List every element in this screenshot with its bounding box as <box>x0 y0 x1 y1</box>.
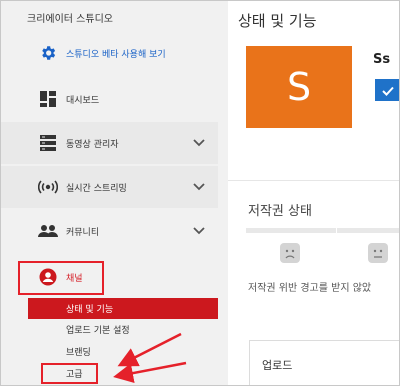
main-content: 상태 및 기능 S Ss 저작권 상태 저작권 위반 경고를 받지 않았 업로드 <box>218 0 400 386</box>
avatar-letter: S <box>286 65 312 109</box>
account-circle-icon <box>37 266 59 288</box>
sidebar-item-label: 대시보드 <box>66 95 100 106</box>
sub-item-status-features[interactable]: 상태 및 기능 <box>28 298 218 319</box>
page-title: 상태 및 기능 <box>238 12 317 30</box>
sidebar-item-channel[interactable]: 채널 <box>0 256 218 298</box>
studio-title: 크리에이터 스튜디오 <box>27 14 113 25</box>
sidebar-item-label: 채널 <box>66 273 83 284</box>
upload-label: 업로드 <box>262 359 293 372</box>
check-icon <box>381 81 394 100</box>
sidebar-item-label: 스튜디오 베타 사용해 보기 <box>66 49 166 60</box>
people-icon <box>37 220 59 242</box>
sad-face-icon <box>280 243 300 263</box>
sidebar-item-community[interactable]: 커뮤니티 <box>0 210 218 252</box>
divider <box>228 180 400 181</box>
sub-item-branding[interactable]: 브랜딩 <box>28 341 218 362</box>
channel-name: Ss <box>373 52 391 67</box>
video-manager-icon <box>37 132 59 154</box>
chevron-down-icon[interactable] <box>192 224 206 238</box>
sidebar-item-dashboard[interactable]: 대시보드 <box>0 78 218 120</box>
copyright-status-bar <box>246 228 400 233</box>
copyright-strike-text: 저작권 위반 경고를 받지 않았 <box>248 283 372 294</box>
chevron-down-icon[interactable] <box>192 136 206 150</box>
sidebar-item-studio-beta[interactable]: 스튜디오 베타 사용해 보기 <box>0 32 218 74</box>
sub-item-upload-defaults[interactable]: 업로드 기본 설정 <box>28 319 218 340</box>
sidebar-item-video-manager[interactable]: 동영상 관리자 <box>0 122 218 164</box>
verify-button[interactable] <box>375 79 400 101</box>
sidebar-item-label: 커뮤니티 <box>66 227 100 238</box>
chevron-down-icon[interactable] <box>192 180 206 194</box>
sidebar-item-label: 실시간 스트리밍 <box>66 183 127 194</box>
live-streaming-icon <box>37 176 59 198</box>
copyright-status-title: 저작권 상태 <box>248 204 312 219</box>
gear-icon <box>37 42 59 64</box>
sidebar-item-live-streaming[interactable]: 실시간 스트리밍 <box>0 166 218 208</box>
sidebar-item-label: 동영상 관리자 <box>66 139 119 150</box>
neutral-face-icon <box>368 243 388 263</box>
channel-avatar[interactable]: S <box>246 46 352 128</box>
dashboard-icon <box>37 88 59 110</box>
sidebar: 크리에이터 스튜디오 스튜디오 베타 사용해 보기 대시보드 동영상 관리자 실… <box>0 0 218 386</box>
sub-item-advanced[interactable]: 고급 <box>28 363 218 384</box>
